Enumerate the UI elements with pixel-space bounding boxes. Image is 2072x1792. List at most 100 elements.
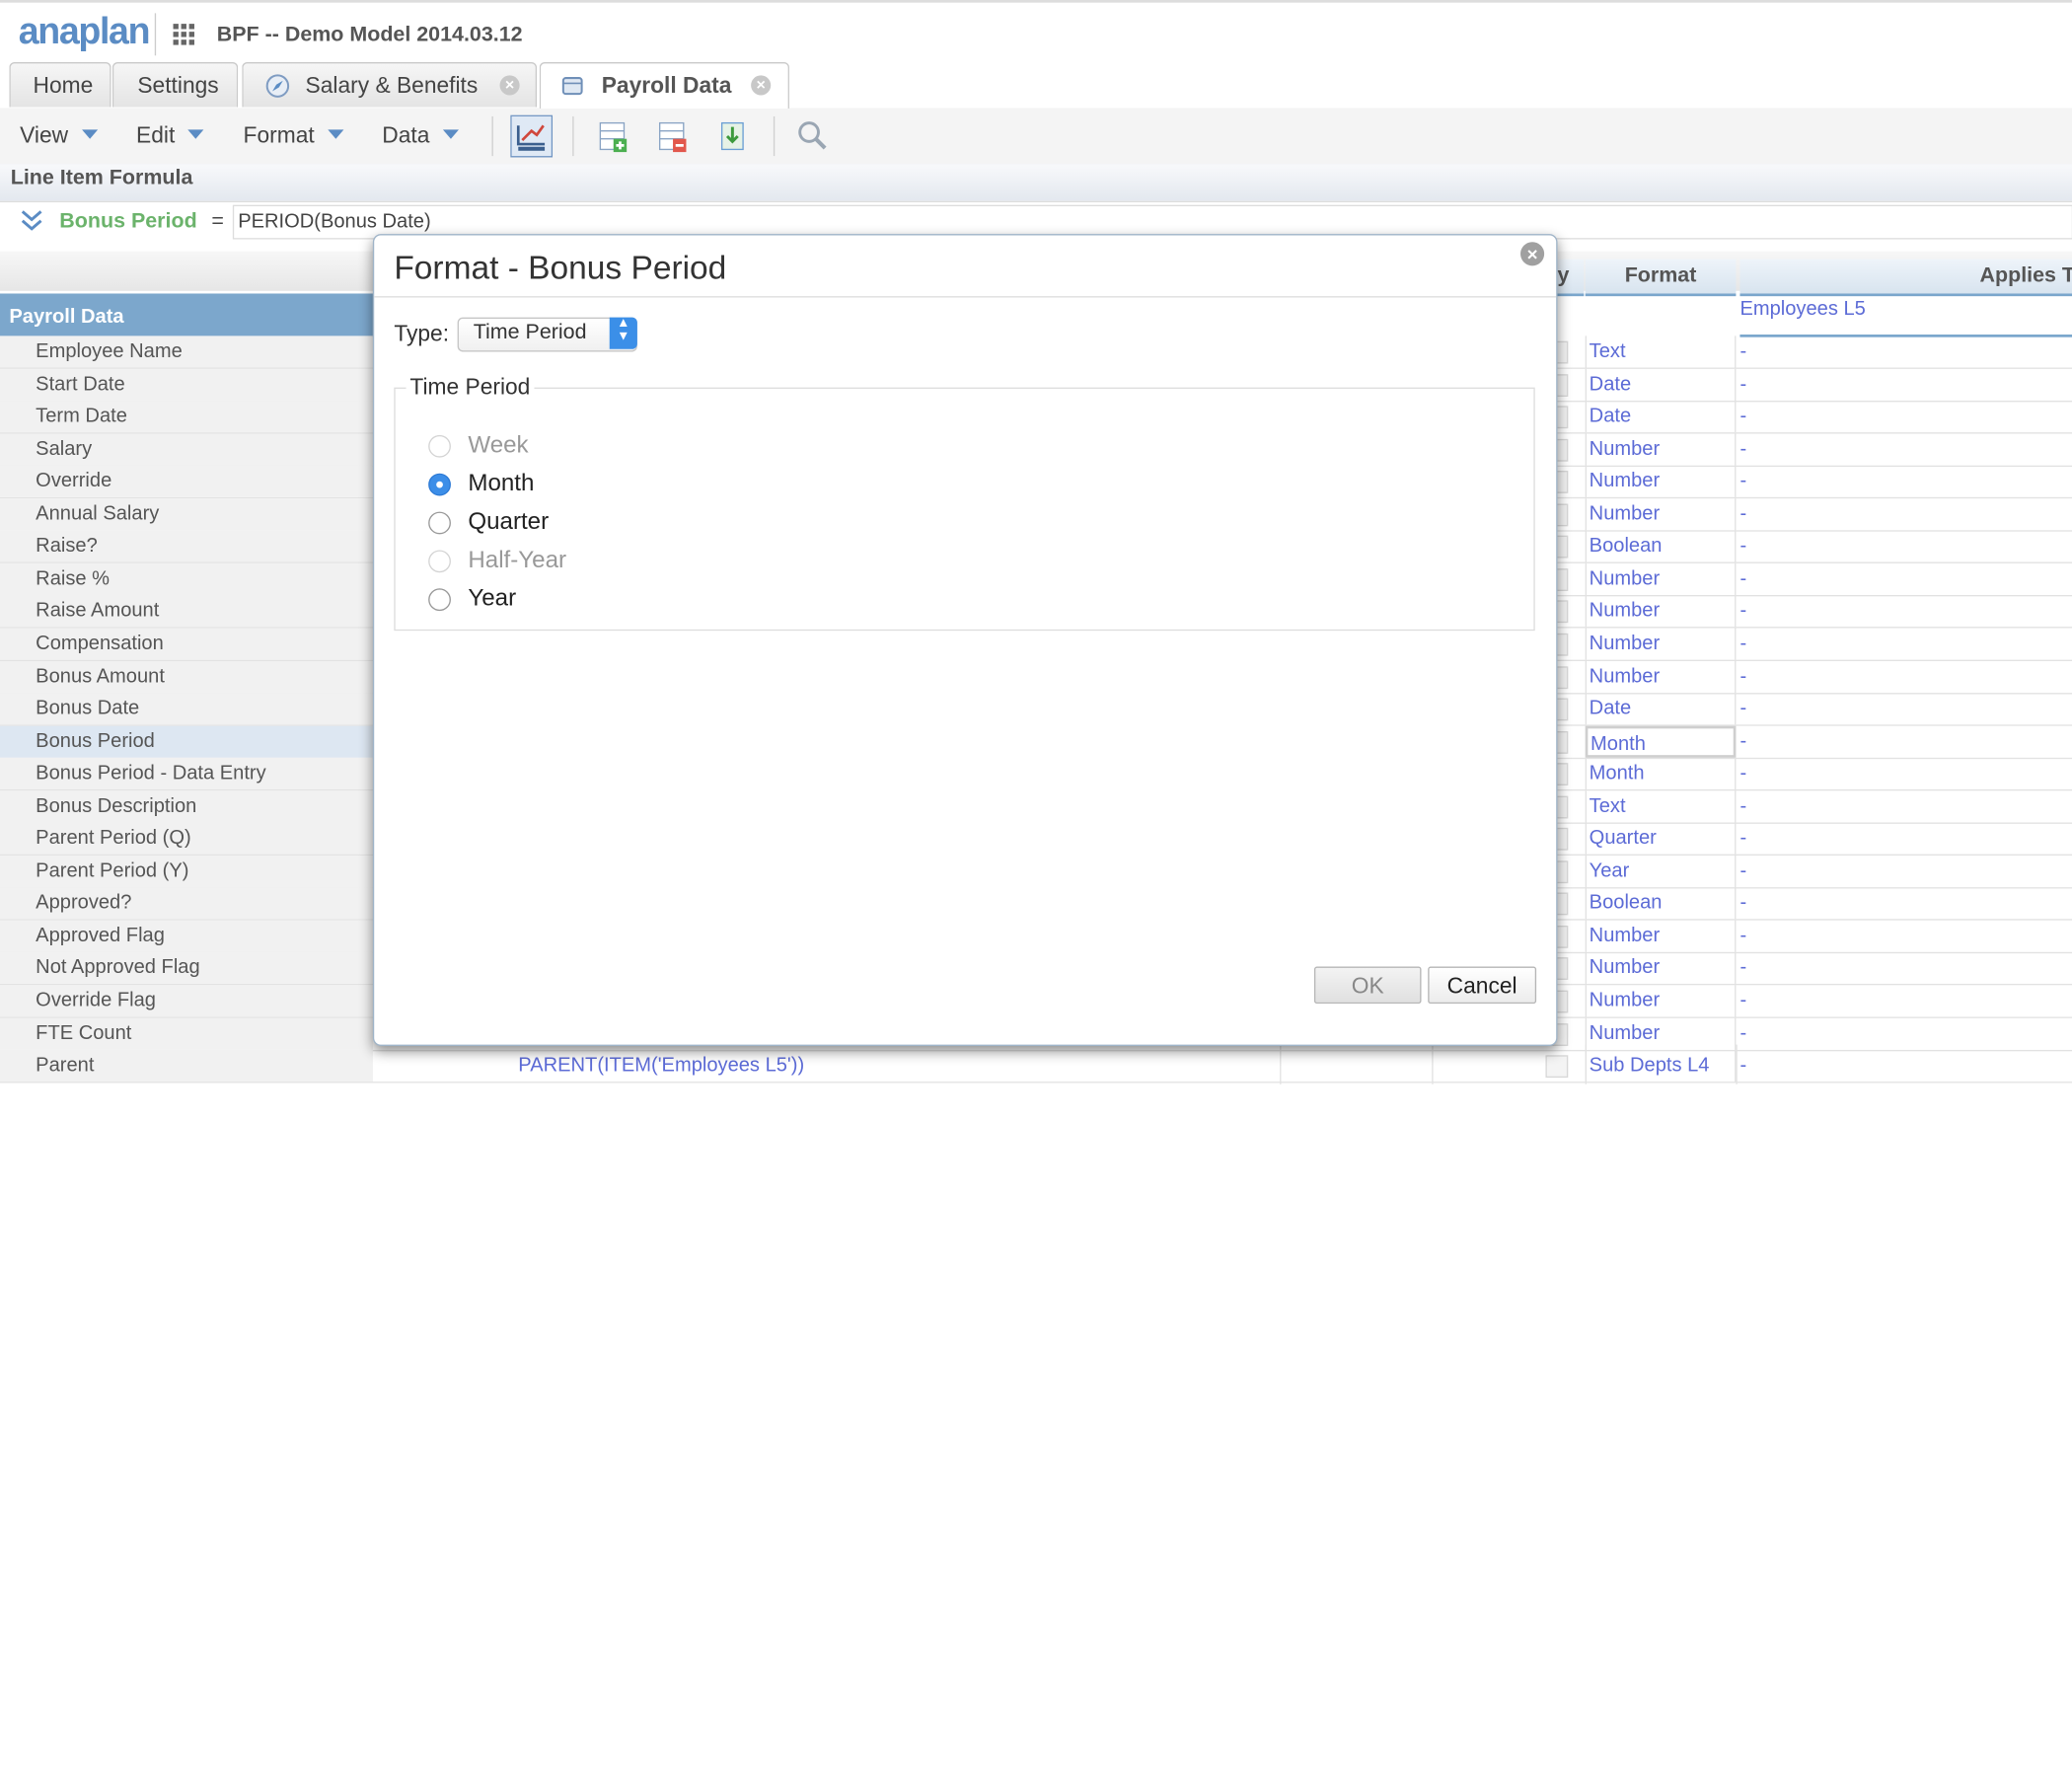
row-applies-to[interactable]: -: [1739, 498, 1746, 530]
row-name[interactable]: Override Flag: [0, 985, 373, 1017]
row-format[interactable]: Number: [1585, 920, 1737, 952]
column-header-applies-to[interactable]: Applies To: [1739, 259, 2072, 297]
row-format[interactable]: Number: [1585, 497, 1737, 531]
row-name[interactable]: Term Date: [0, 401, 373, 433]
type-select[interactable]: Time Period ▲ ▼: [457, 317, 637, 352]
app-launcher-icon[interactable]: [173, 24, 197, 47]
radio-quarter[interactable]: [428, 511, 451, 535]
row-format[interactable]: Month: [1585, 758, 1737, 790]
row-checkbox[interactable]: [1545, 1055, 1569, 1079]
row-applies-to[interactable]: -: [1739, 1017, 1746, 1049]
row-format[interactable]: Number: [1585, 562, 1737, 595]
row-name[interactable]: Employee Name: [0, 336, 373, 368]
insert-row-icon[interactable]: [592, 115, 634, 158]
row-name[interactable]: Annual Salary: [0, 497, 373, 531]
row-applies-to[interactable]: -: [1739, 401, 1746, 432]
row-name[interactable]: Raise %: [0, 562, 373, 595]
search-icon[interactable]: [792, 115, 835, 158]
row-applies-to[interactable]: -: [1739, 920, 1746, 951]
radio-label[interactable]: Quarter: [468, 508, 549, 536]
row-format[interactable]: Number: [1585, 952, 1737, 985]
delete-row-icon[interactable]: [652, 115, 695, 158]
row-name[interactable]: Bonus Amount: [0, 660, 373, 693]
row-name[interactable]: Bonus Period - Data Entry: [0, 758, 373, 790]
row-name[interactable]: Raise?: [0, 530, 373, 562]
tab-salary-benefits[interactable]: Salary & Benefits ×: [242, 61, 538, 108]
row-format[interactable]: Number: [1585, 628, 1737, 660]
row-format[interactable]: Quarter: [1585, 822, 1737, 855]
collapse-chevron-icon[interactable]: [19, 209, 45, 233]
row-applies-to[interactable]: -: [1739, 466, 1746, 497]
close-tab-icon[interactable]: ×: [499, 75, 520, 96]
row-format[interactable]: Boolean: [1585, 887, 1737, 920]
row-applies-to[interactable]: -: [1739, 856, 1746, 887]
row-name[interactable]: Approved Flag: [0, 920, 373, 952]
row-name[interactable]: Parent Period (Q): [0, 822, 373, 855]
tab-settings[interactable]: Settings: [111, 61, 239, 108]
row-applies-to[interactable]: -: [1739, 693, 1746, 724]
row-applies-to[interactable]: -: [1739, 823, 1746, 855]
format-menu[interactable]: Format: [244, 123, 344, 150]
tab-payroll-data[interactable]: Payroll Data ×: [539, 61, 789, 111]
radio-month[interactable]: [428, 473, 451, 496]
radio-label[interactable]: Year: [468, 584, 516, 612]
row-name[interactable]: Salary: [0, 433, 373, 466]
row-name[interactable]: Compensation: [0, 628, 373, 660]
row-format[interactable]: Date: [1585, 401, 1737, 433]
row-format[interactable]: Number: [1585, 660, 1737, 693]
radio-label[interactable]: Month: [468, 470, 534, 497]
row-name[interactable]: Bonus Period: [0, 725, 373, 758]
row-applies-to[interactable]: -: [1739, 790, 1746, 822]
ok-button[interactable]: OK: [1313, 966, 1422, 1005]
row-applies-to[interactable]: -: [1739, 888, 1746, 920]
row-name[interactable]: Approved?: [0, 887, 373, 920]
row-applies-to[interactable]: -: [1739, 596, 1746, 628]
row-format[interactable]: Number: [1585, 433, 1737, 466]
row-format[interactable]: Month: [1585, 725, 1737, 758]
row-format[interactable]: Text: [1585, 336, 1737, 368]
row-format[interactable]: Number: [1585, 985, 1737, 1017]
row-format[interactable]: Number: [1585, 595, 1737, 628]
row-name[interactable]: Override: [0, 465, 373, 498]
row-format[interactable]: Date: [1585, 693, 1737, 725]
row-applies-to[interactable]: -: [1739, 758, 1746, 789]
row-name[interactable]: Parent Period (Y): [0, 855, 373, 887]
blueprint-icon[interactable]: [510, 114, 554, 158]
row-applies-to[interactable]: -: [1739, 628, 1746, 659]
close-tab-icon[interactable]: ×: [751, 75, 772, 96]
row-applies-to[interactable]: -: [1739, 1050, 1746, 1082]
row-applies-to[interactable]: -: [1739, 336, 1746, 367]
row-applies-to[interactable]: -: [1739, 725, 1746, 757]
row-applies-to[interactable]: -: [1739, 368, 1746, 400]
row-name[interactable]: Raise Amount: [0, 595, 373, 628]
table-row[interactable]: Parent PARENT(ITEM('Employees L5')) Sub De…: [0, 1050, 2072, 1083]
row-applies-to[interactable]: -: [1739, 952, 1746, 984]
row-applies-to[interactable]: -: [1739, 531, 1746, 562]
data-menu[interactable]: Data: [382, 123, 459, 150]
row-formula[interactable]: PARENT(ITEM('Employees L5')): [518, 1050, 804, 1082]
row-applies-to[interactable]: -: [1739, 985, 1746, 1016]
row-applies-to[interactable]: -: [1739, 433, 1746, 465]
edit-menu[interactable]: Edit: [136, 123, 204, 150]
row-format[interactable]: Number: [1585, 465, 1737, 498]
radio-year[interactable]: [428, 588, 451, 612]
row-applies-to[interactable]: -: [1739, 660, 1746, 692]
import-icon[interactable]: [711, 115, 754, 158]
row-format[interactable]: Sub Depts L4: [1585, 1050, 1737, 1083]
row-format[interactable]: Number: [1585, 1017, 1737, 1050]
anaplan-logo[interactable]: anaplan: [19, 11, 151, 53]
row-applies-to[interactable]: -: [1739, 563, 1746, 595]
row-name[interactable]: FTE Count: [0, 1017, 373, 1050]
row-format[interactable]: Boolean: [1585, 530, 1737, 562]
row-format[interactable]: Text: [1585, 789, 1737, 823]
row-format[interactable]: Date: [1585, 368, 1737, 401]
row-name[interactable]: Start Date: [0, 368, 373, 401]
cancel-button[interactable]: Cancel: [1428, 966, 1537, 1005]
row-format[interactable]: Year: [1585, 855, 1737, 887]
row-name[interactable]: Bonus Date: [0, 693, 373, 725]
column-header-format[interactable]: Format: [1585, 259, 1737, 297]
close-icon[interactable]: ×: [1520, 242, 1545, 266]
row-name[interactable]: Parent: [0, 1050, 373, 1083]
row-name[interactable]: Not Approved Flag: [0, 952, 373, 985]
applies-to-default[interactable]: Employees L5: [1739, 298, 1865, 321]
